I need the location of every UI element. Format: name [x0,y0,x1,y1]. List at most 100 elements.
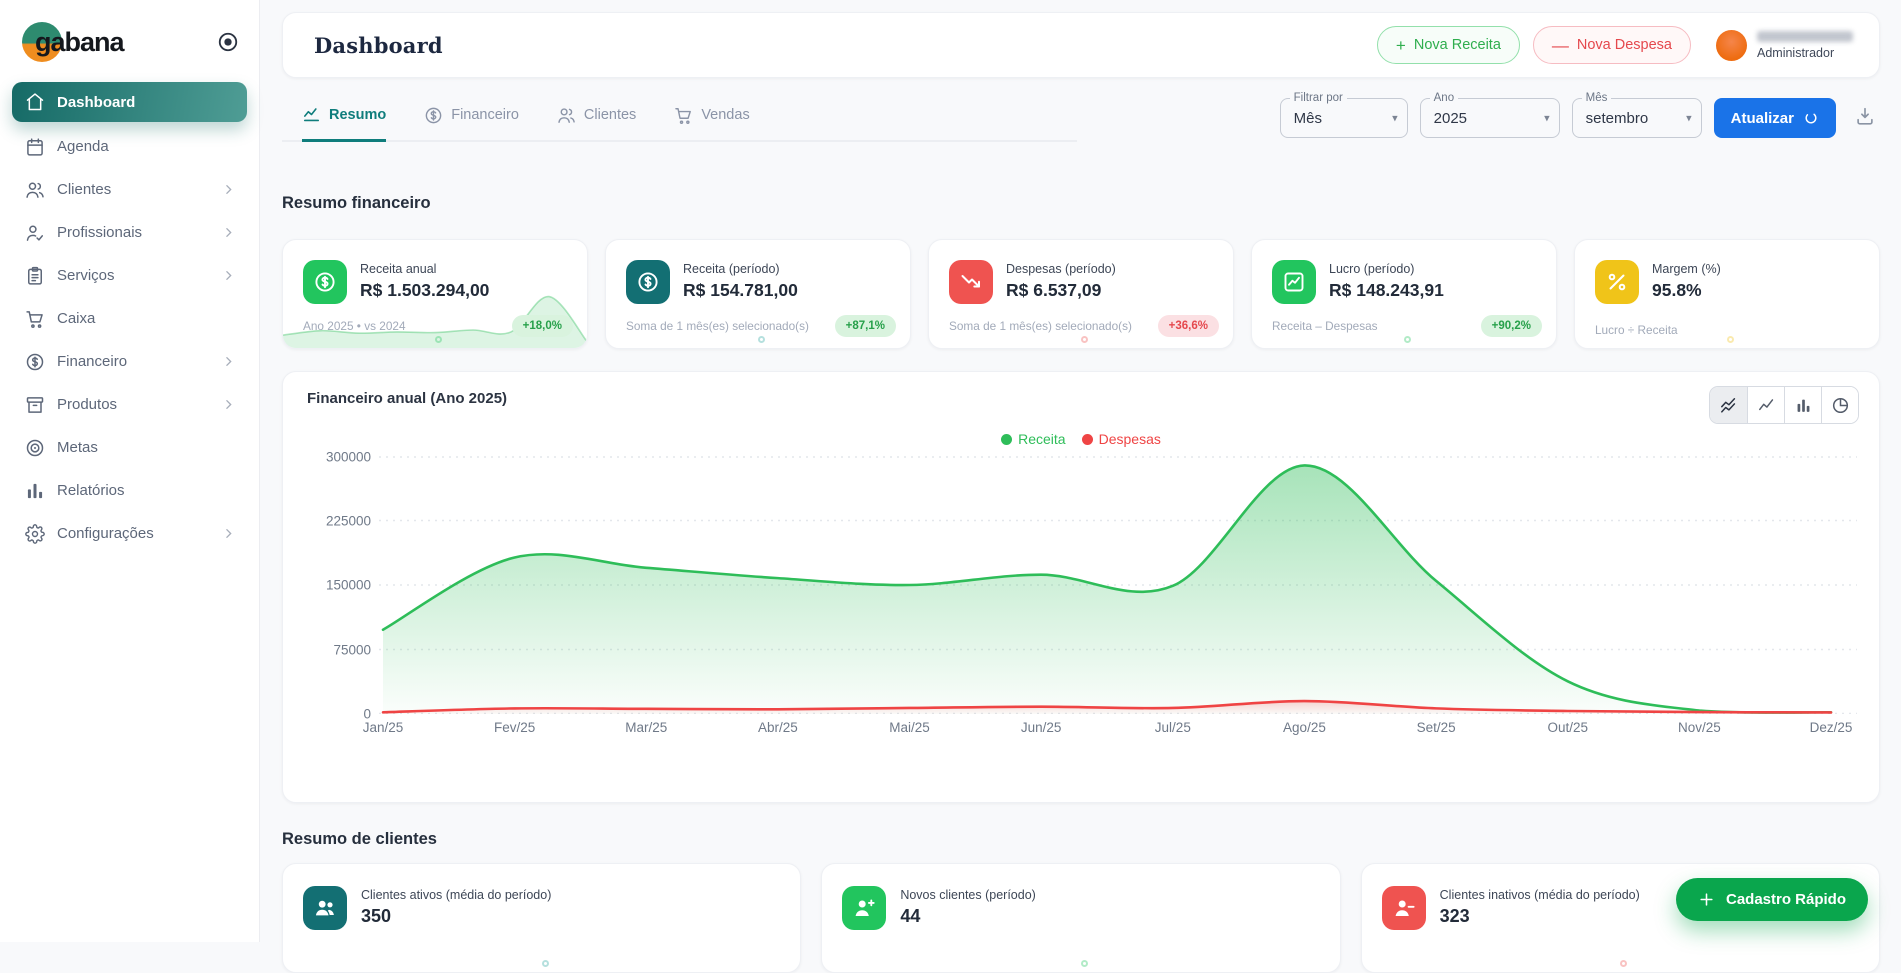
accent-dot [435,336,442,343]
line-chart-toggle-button[interactable] [1747,387,1784,423]
clients-summary-cards: Clientes ativos (média do período) 350 N… [282,863,1880,973]
tab-clientes[interactable]: Clientes [557,94,636,140]
card-title: Receita (período) [683,260,798,276]
bar-chart-icon [1794,396,1813,415]
legend-dot [1001,434,1012,445]
x-tick-label: Nov/25 [1659,720,1739,735]
sidebar-item-produtos[interactable]: Produtos [12,386,247,423]
chevron-down-icon: ▾ [1544,112,1550,125]
card-title: Despesas (período) [1006,260,1116,276]
card-value: 323 [1440,906,1640,927]
x-tick-label: Dez/25 [1791,720,1871,735]
chart-title: Financeiro anual (Ano 2025) [307,390,1855,407]
chart-type-toggle-group [1709,386,1859,424]
sidebar-item-label: Configurações [57,525,154,542]
chevron-right-icon [222,355,235,368]
trend-line-icon [302,105,321,124]
sidebar: gabana Dashboard Agenda Clientes [0,0,260,942]
x-tick-label: Abr/25 [738,720,818,735]
chevron-right-icon [222,226,235,239]
bar-chart-toggle-button[interactable] [1784,387,1821,423]
trend-badge: +87,1% [835,315,896,337]
pie-chart-toggle-button[interactable] [1821,387,1858,423]
user-menu[interactable]: Administrador [1716,30,1853,61]
calendar-icon [25,137,45,157]
chart-legend: Receita Despesas [307,431,1855,447]
sidebar-item-relatorios[interactable]: Relatórios [12,472,247,509]
y-tick-label: 75000 [333,642,371,657]
sidebar-item-label: Agenda [57,138,109,155]
area-chart-toggle-button[interactable] [1710,387,1747,423]
accent-dot [1404,336,1411,343]
x-tick-label: Jun/25 [1001,720,1081,735]
download-button[interactable] [1854,105,1880,131]
sidebar-item-clientes[interactable]: Clientes [12,171,247,208]
archive-icon [25,395,45,415]
percent-icon [1595,260,1639,304]
line-chart-icon [1757,396,1776,415]
dollar-circle-icon [303,260,347,304]
card-margem: Margem (%) 95.8% Lucro ÷ Receita [1574,239,1880,349]
card-receita-anual: Receita anual R$ 1.503.294,00 Ano 2025 •… [282,239,588,349]
card-subtext: Lucro ÷ Receita [1595,323,1678,337]
quick-register-button[interactable]: Cadastro Rápido [1676,878,1868,921]
x-tick-label: Mai/25 [870,720,950,735]
month-select[interactable]: Mês setembro ▾ [1572,98,1702,138]
card-novos-clientes: Novos clientes (período) 44 [821,863,1340,973]
chevron-right-icon [222,398,235,411]
dollar-circle-icon [626,260,670,304]
cart-icon [25,309,45,329]
legend-item-despesas[interactable]: Despesas [1082,431,1161,447]
sidebar-item-configuracoes[interactable]: Configurações [12,515,247,552]
sidebar-item-label: Profissionais [57,224,142,241]
spinner-circle-icon [1803,110,1819,126]
trending-down-icon [949,260,993,304]
sidebar-item-metas[interactable]: Metas [12,429,247,466]
card-title: Margem (%) [1652,260,1721,276]
x-tick-label: Fev/25 [475,720,555,735]
users-icon [557,106,576,125]
sidebar-item-dashboard[interactable]: Dashboard [12,82,247,122]
tab-financeiro[interactable]: Financeiro [424,94,519,140]
filter-by-select[interactable]: Filtrar por Mês ▾ [1280,98,1408,138]
filter-bar: Filtrar por Mês ▾ Ano 2025 ▾ Mês setembr… [1280,98,1880,138]
tab-vendas[interactable]: Vendas [674,94,749,140]
refresh-button[interactable]: Atualizar [1714,98,1836,138]
clients-summary-heading: Resumo de clientes [282,830,1880,849]
card-despesas-periodo: Despesas (período) R$ 6.537,09 Soma de 1… [928,239,1234,349]
plus-icon [1698,891,1715,908]
trend-badge: +90,2% [1481,315,1542,337]
card-value: R$ 6.537,09 [1006,280,1116,301]
sidebar-item-servicos[interactable]: Serviços [12,257,247,294]
target-icon [25,438,45,458]
card-subtext: Soma de 1 mês(es) selecionado(s) [626,319,809,333]
year-select[interactable]: Ano 2025 ▾ [1420,98,1560,138]
page-header: Dashboard + Nova Receita — Nova Despesa … [282,12,1880,78]
sidebar-item-financeiro[interactable]: Financeiro [12,343,247,380]
accent-dot [1620,960,1627,967]
user-check-icon [25,223,45,243]
sidebar-item-profissionais[interactable]: Profissionais [12,214,247,251]
area-chart-icon [1719,396,1738,415]
card-title: Lucro (período) [1329,260,1444,276]
card-title: Clientes ativos (média do período) [361,886,551,902]
y-tick-label: 0 [363,706,371,721]
sidebar-item-caixa[interactable]: Caixa [12,300,247,337]
brand-logo: gabana [22,20,124,64]
main-content: Dashboard + Nova Receita — Nova Despesa … [260,0,1901,942]
sidebar-item-label: Serviços [57,267,115,284]
sidebar-collapse-icon[interactable] [217,31,239,53]
download-icon [1854,105,1876,127]
sidebar-item-agenda[interactable]: Agenda [12,128,247,165]
home-icon [25,92,45,112]
tab-resumo[interactable]: Resumo [302,94,386,142]
card-value: 95.8% [1652,280,1721,301]
filter-by-value: Mês [1294,110,1322,127]
new-expense-button[interactable]: — Nova Despesa [1533,26,1691,64]
card-title: Novos clientes (período) [900,886,1035,902]
x-tick-label: Out/25 [1528,720,1608,735]
chevron-right-icon [222,269,235,282]
chevron-right-icon [222,183,235,196]
new-income-button[interactable]: + Nova Receita [1377,26,1520,64]
legend-item-receita[interactable]: Receita [1001,431,1065,447]
